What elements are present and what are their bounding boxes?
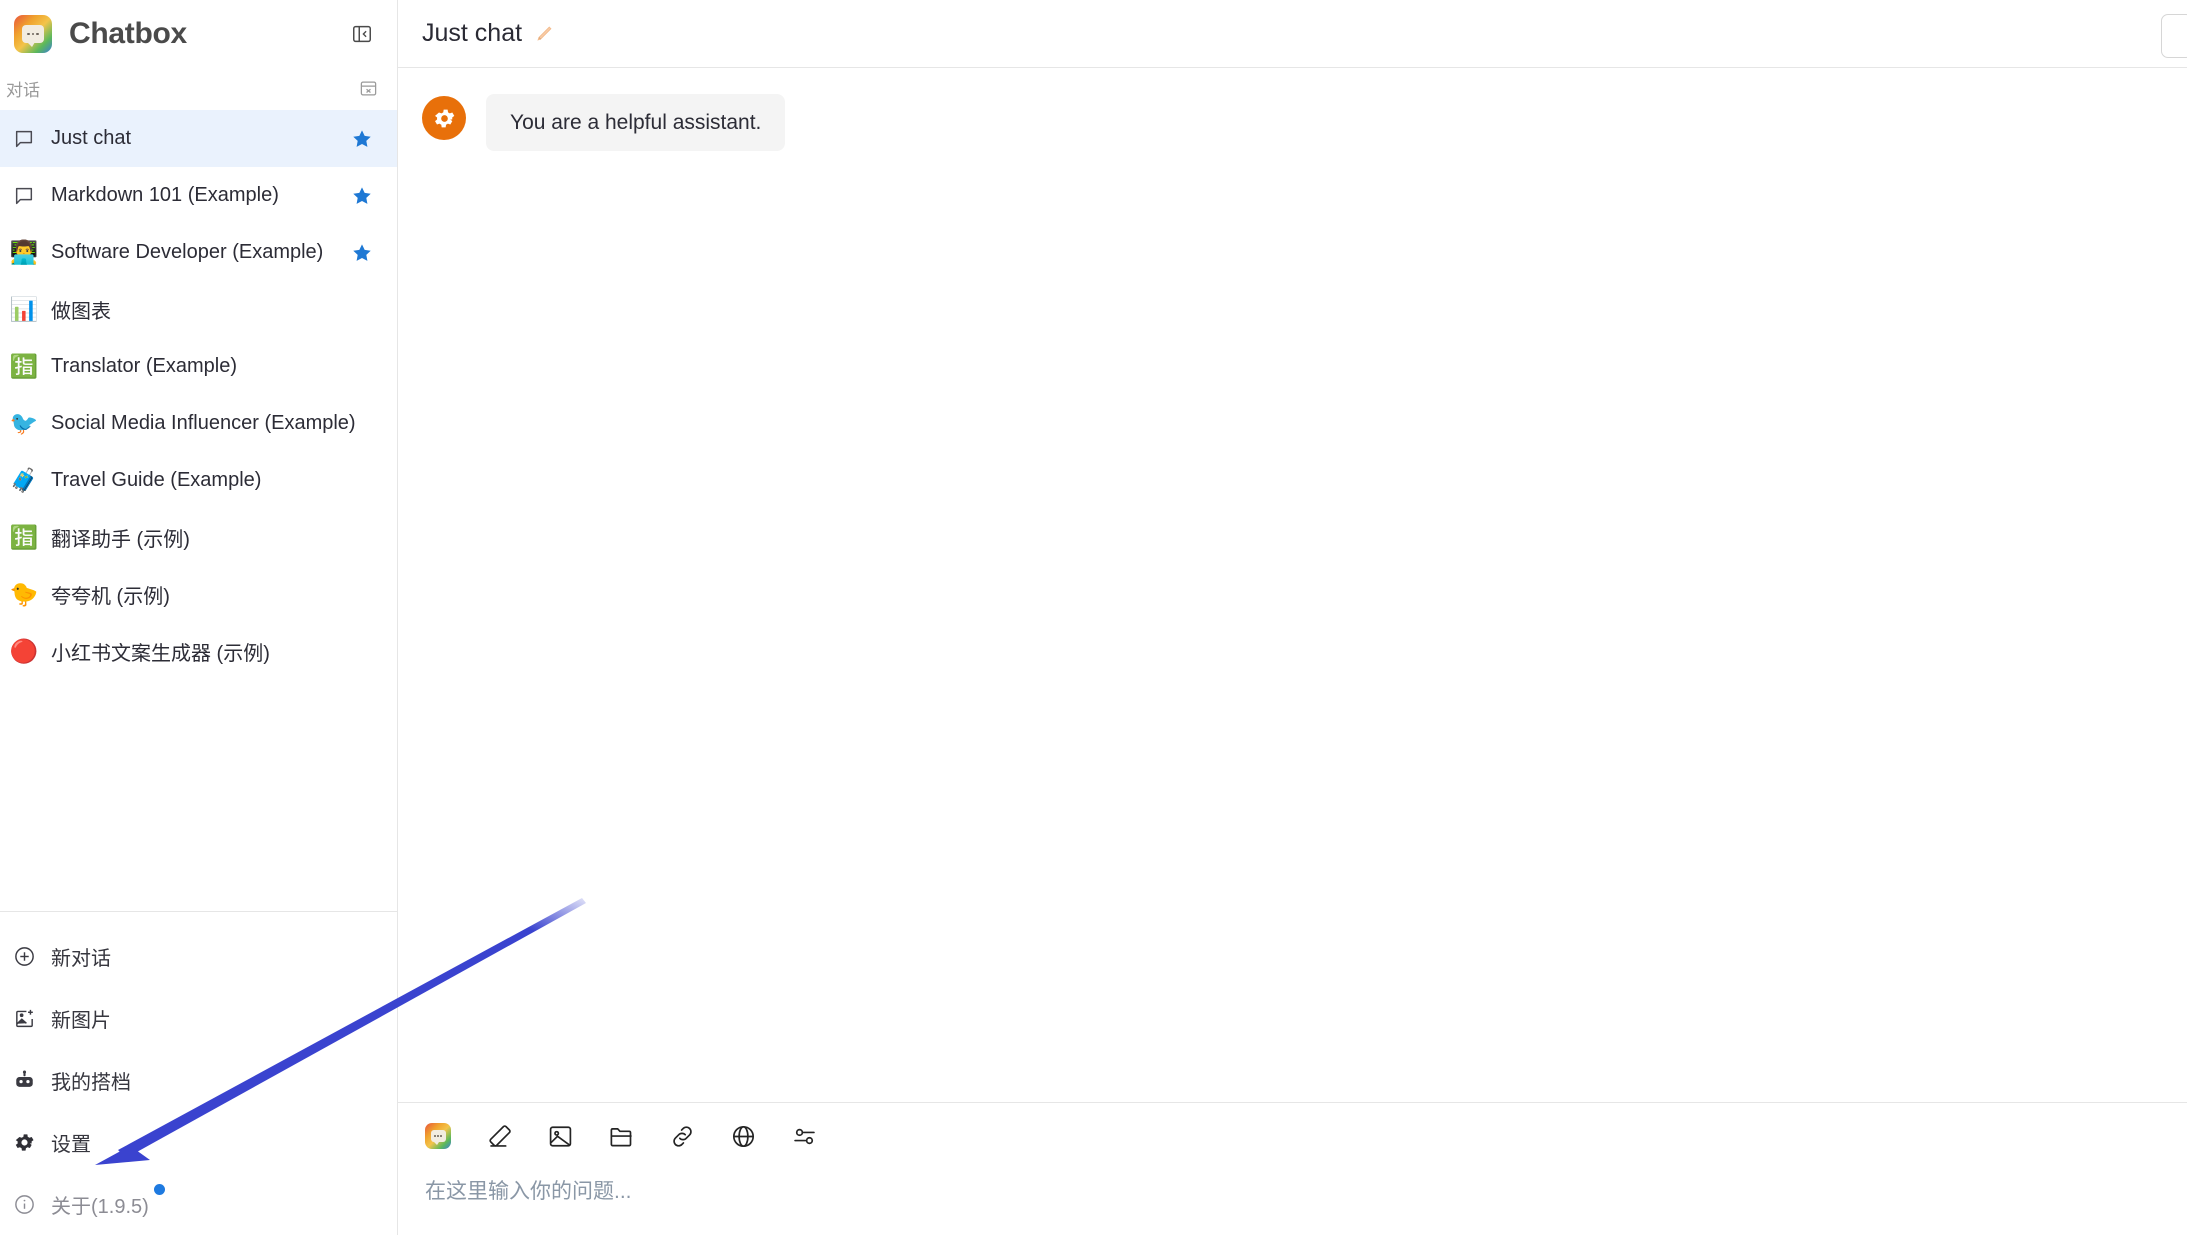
- robot-icon: [6, 1069, 42, 1092]
- conversation-item[interactable]: 📊 做图表: [0, 281, 397, 338]
- nav-item[interactable]: 新对话: [0, 925, 397, 987]
- sidebar: Chatbox 对话 Just chat Markdown 101 (Examp…: [0, 0, 398, 1235]
- conversation-avatar-emoji: 🈯: [9, 524, 39, 550]
- star-icon[interactable]: [341, 128, 373, 150]
- conversation-label: Software Developer (Example): [51, 241, 324, 263]
- sidebar-header: Chatbox: [0, 0, 397, 68]
- conversation-label: Translator (Example): [51, 355, 237, 377]
- message-row-system: You are a helpful assistant.: [398, 94, 2187, 152]
- chat-header: Just chat: [398, 0, 2187, 68]
- conversation-avatar-emoji: 🔴: [9, 638, 39, 664]
- conversation-avatar-emoji: 👨‍💻: [9, 239, 39, 265]
- conversation-avatar-emoji: 📊: [9, 296, 39, 322]
- nav-item-label: 新图片: [51, 1009, 111, 1032]
- conversation-label: Travel Guide (Example): [51, 469, 262, 491]
- conversation-avatar-emoji: 🧳: [9, 467, 39, 493]
- message-text: You are a helpful assistant.: [486, 94, 786, 152]
- conversation-item[interactable]: 🐦 Social Media Influencer (Example): [0, 395, 397, 452]
- nav-item-label: 设置: [51, 1133, 91, 1156]
- conversations-section-title: 对话: [6, 80, 40, 100]
- sidebar-footer-nav: 新对话新图片我的搭档设置关于(1.9.5): [0, 911, 397, 1235]
- conversation-label: 小红书文案生成器 (示例): [51, 643, 270, 665]
- star-icon[interactable]: [341, 242, 373, 264]
- nav-item[interactable]: 设置: [0, 1111, 397, 1173]
- message-input[interactable]: 在这里输入你的问题...: [422, 1165, 2163, 1235]
- header-right-button-clipped[interactable]: [2161, 14, 2187, 58]
- nav-item-label: 我的搭档: [51, 1071, 131, 1094]
- conversation-label: Markdown 101 (Example): [51, 184, 279, 206]
- conversation-item[interactable]: 🔴 小红书文案生成器 (示例): [0, 623, 397, 680]
- conversation-item[interactable]: 🈯 Translator (Example): [0, 338, 397, 395]
- nav-item-label: 关于(1.9.5): [51, 1195, 149, 1218]
- image-plus-icon: [6, 1007, 42, 1030]
- conversations-section-header: 对话: [0, 68, 397, 108]
- plus-circle-icon: [6, 945, 42, 968]
- conversation-item[interactable]: Just chat: [0, 110, 397, 167]
- gear-icon: [6, 1131, 42, 1154]
- chatbox-logo-icon[interactable]: [422, 1120, 454, 1152]
- nav-item[interactable]: 我的搭档: [0, 1049, 397, 1111]
- globe-icon[interactable]: [727, 1120, 759, 1152]
- conversation-item[interactable]: 👨‍💻 Software Developer (Example): [0, 224, 397, 281]
- conversation-item[interactable]: Markdown 101 (Example): [0, 167, 397, 224]
- panel-collapse-icon[interactable]: [347, 20, 377, 48]
- conversation-label: 做图表: [51, 301, 111, 323]
- sliders-icon[interactable]: [788, 1120, 820, 1152]
- image-icon[interactable]: [544, 1120, 576, 1152]
- info-circle-icon: [6, 1193, 42, 1216]
- main-panel: Just chat You are a helpful assistant. 在…: [398, 0, 2187, 1235]
- nav-item[interactable]: 关于(1.9.5): [0, 1173, 397, 1235]
- conversation-label: Social Media Influencer (Example): [51, 412, 356, 434]
- conversation-item[interactable]: 🧳 Travel Guide (Example): [0, 452, 397, 509]
- composer: 在这里输入你的问题...: [398, 1102, 2187, 1235]
- chatbox-logo-icon: [14, 15, 52, 53]
- link-icon[interactable]: [666, 1120, 698, 1152]
- conversation-item[interactable]: 🐤 夸夸机 (示例): [0, 566, 397, 623]
- conversation-list: Just chat Markdown 101 (Example) 👨‍💻 Softwa…: [0, 108, 397, 680]
- chat-bubble-icon: [6, 185, 42, 207]
- conversation-label: Just chat: [51, 127, 132, 149]
- archive-icon[interactable]: [355, 76, 381, 100]
- conversation-label: 翻译助手 (示例): [51, 529, 190, 551]
- app-root: Chatbox 对话 Just chat Markdown 101 (Examp…: [0, 0, 2187, 1235]
- nav-item[interactable]: 新图片: [0, 987, 397, 1049]
- folder-icon[interactable]: [605, 1120, 637, 1152]
- update-badge-dot: [153, 1184, 165, 1195]
- conversation-avatar-emoji: 🐤: [9, 581, 39, 607]
- pencil-icon[interactable]: [535, 24, 554, 43]
- brand-name: Chatbox: [69, 17, 187, 50]
- conversation-avatar-emoji: 🐦: [9, 410, 39, 436]
- star-icon[interactable]: [341, 185, 373, 207]
- composer-toolbar: [422, 1103, 2163, 1165]
- gear-icon: [422, 96, 466, 140]
- eraser-icon[interactable]: [483, 1120, 515, 1152]
- message-area: You are a helpful assistant.: [398, 68, 2187, 1102]
- conversation-label: 夸夸机 (示例): [51, 586, 170, 608]
- nav-item-label: 新对话: [51, 947, 111, 970]
- conversation-item[interactable]: 🈯 翻译助手 (示例): [0, 509, 397, 566]
- chat-bubble-icon: [6, 128, 42, 150]
- page-title: Just chat: [422, 19, 523, 47]
- conversation-avatar-emoji: 🈯: [9, 353, 39, 379]
